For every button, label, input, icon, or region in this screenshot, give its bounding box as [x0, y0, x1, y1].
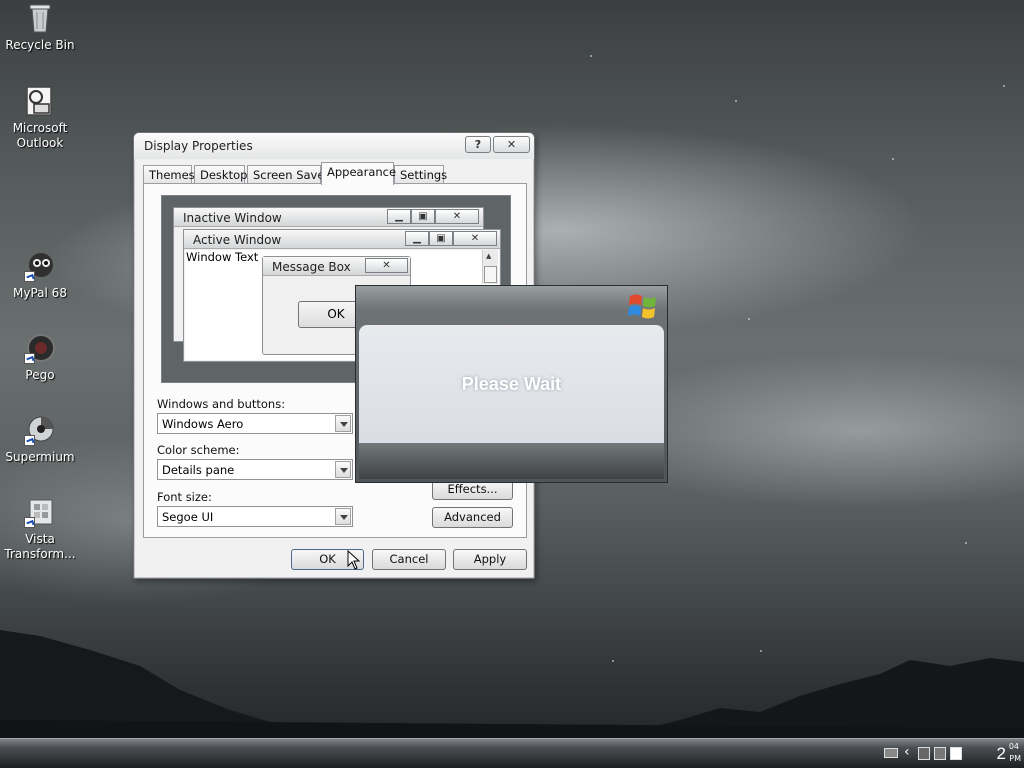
close-icon: ✕ [435, 209, 479, 224]
active-window-buttons: ▁ ▣ ✕ [405, 231, 497, 246]
scrollbar-thumb [484, 266, 497, 283]
pego-icon [24, 332, 56, 364]
preview-scrollbar: ▲ [482, 250, 498, 284]
clock-minute[interactable]: 04 [1009, 742, 1019, 751]
desktop-icon-recycle-bin[interactable]: Recycle Bin [0, 2, 80, 53]
maximize-icon: ▣ [429, 231, 453, 246]
windows-buttons-select[interactable]: Windows Aero [157, 413, 353, 434]
wait-footer [359, 443, 664, 479]
scroll-up-icon: ▲ [486, 252, 492, 260]
shortcut-arrow-icon [24, 353, 35, 364]
star [612, 660, 614, 662]
star [965, 542, 967, 544]
color-scheme-select[interactable]: Details pane [157, 459, 353, 480]
advanced-button[interactable]: Advanced [432, 507, 513, 528]
tab-settings[interactable]: Settings [394, 165, 447, 184]
font-size-value: Segoe UI [162, 510, 214, 524]
close-button[interactable]: ✕ [493, 136, 530, 153]
close-icon: ✕ [365, 258, 408, 273]
desktop-icon-microsoft-outlook[interactable]: Microsoft Outlook [0, 85, 80, 151]
shortcut-arrow-icon [24, 271, 35, 282]
chevron-down-icon[interactable] [335, 508, 351, 525]
network-icon[interactable] [918, 747, 930, 760]
desktop-icon-vista-transform[interactable]: Vista Transform... [0, 496, 80, 562]
vista-transform-icon [24, 496, 56, 528]
maximize-icon: ▣ [411, 209, 435, 224]
device-icon[interactable] [934, 747, 946, 760]
outlook-icon [24, 85, 56, 117]
desktop-icon-mypal[interactable]: MyPal 68 [0, 250, 80, 301]
desktop-icon-label: Supermium [5, 450, 75, 464]
clock-hour[interactable]: 2 [997, 744, 1006, 764]
recycle-bin-icon [24, 2, 56, 34]
wait-message-panel: Please Wait [359, 325, 664, 444]
chevron-down-icon[interactable] [335, 415, 351, 432]
minimize-icon: ▁ [387, 209, 411, 224]
inactive-window-buttons: ▁ ▣ ✕ [387, 209, 479, 224]
font-size-label: Font size: [157, 490, 212, 504]
chevron-down-icon[interactable] [335, 461, 351, 478]
tab-themes[interactable]: Themes [143, 165, 195, 184]
mypal-icon [24, 250, 56, 282]
taskbar: ‹ 2 04 PM [0, 738, 1024, 768]
minimize-icon: ▁ [405, 231, 429, 246]
mountain-silhouette [0, 630, 1024, 740]
windows-flag-icon [627, 291, 659, 324]
tab-desktop[interactable]: Desktop [194, 165, 247, 184]
keyboard-icon[interactable] [884, 748, 898, 758]
font-size-select[interactable]: Segoe UI [157, 506, 353, 527]
tab-appearance[interactable]: Appearance [321, 162, 396, 185]
desktop-icon-label: Pego [25, 368, 55, 382]
desktop-icon-supermium[interactable]: Supermium [0, 414, 80, 465]
please-wait-text: Please Wait [461, 374, 562, 394]
cancel-button[interactable]: Cancel [372, 549, 446, 570]
shortcut-arrow-icon [24, 517, 35, 528]
shortcut-arrow-icon [24, 435, 35, 446]
desktop-icon-label: Recycle Bin [5, 38, 75, 52]
desktop-icon-label: MyPal 68 [13, 286, 67, 300]
tab-screen-saver[interactable]: Screen Saver [247, 165, 329, 184]
star [1003, 85, 1005, 87]
dialog-title: Display Properties [144, 139, 253, 153]
desktop-icon-label: Microsoft Outlook [12, 121, 68, 150]
color-scheme-label: Color scheme: [157, 443, 240, 457]
close-icon: ✕ [453, 231, 497, 246]
star [892, 158, 894, 160]
apply-button[interactable]: Apply [453, 549, 527, 570]
volume-icon[interactable] [950, 747, 962, 760]
chevron-left-icon[interactable]: ‹ [904, 744, 910, 760]
inactive-window-title: Inactive Window [183, 211, 282, 225]
dialog-titlebar[interactable]: Display Properties ? ✕ [134, 133, 534, 159]
star [748, 318, 750, 320]
message-box-title: Message Box [272, 260, 351, 274]
clock-ampm[interactable]: PM [1009, 754, 1021, 763]
star [760, 650, 762, 652]
help-button[interactable]: ? [465, 136, 491, 153]
desktop-icon-pego[interactable]: Pego [0, 332, 80, 383]
desktop-icon-label: Vista Transform... [4, 532, 76, 561]
window-text: Window Text [186, 250, 259, 264]
star [735, 100, 737, 102]
mouse-pointer-icon [347, 550, 361, 570]
please-wait-dialog: Please Wait [355, 285, 668, 483]
color-scheme-value: Details pane [162, 463, 235, 477]
supermium-icon [24, 414, 56, 446]
active-window-title: Active Window [193, 233, 282, 247]
star [590, 55, 592, 57]
message-box-buttons: ✕ [365, 258, 408, 273]
windows-buttons-label: Windows and buttons: [157, 397, 286, 411]
system-tray: ‹ 2 04 PM [864, 739, 1024, 768]
windows-buttons-value: Windows Aero [162, 417, 244, 431]
